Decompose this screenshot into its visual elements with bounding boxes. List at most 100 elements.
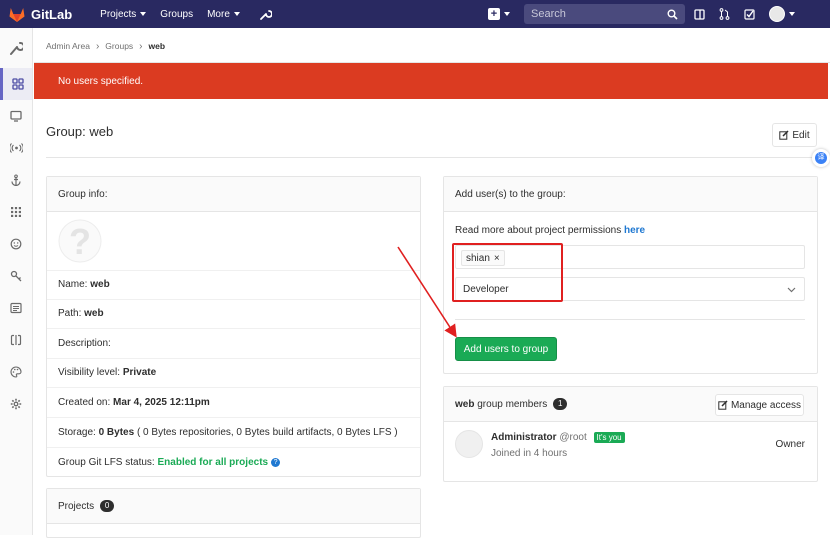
panel-icon: [694, 8, 705, 20]
info-storage: Storage: 0 Bytes ( 0 Bytes repositories,…: [58, 427, 398, 438]
divider: [47, 447, 420, 448]
question-icon[interactable]: ?: [271, 457, 281, 467]
annotation-highlight-box: [452, 243, 563, 302]
search-input[interactable]: Search: [524, 4, 685, 24]
search-placeholder: Search: [531, 8, 566, 20]
sidebar-item-deploy-keys[interactable]: [0, 260, 32, 292]
search-icon: [667, 9, 678, 20]
created-value: Mar 4, 2025 12:11pm: [113, 397, 210, 408]
member-name[interactable]: Administrator: [491, 432, 557, 443]
chevron-right-icon: ›: [95, 40, 100, 52]
flash-alert: No users specified.: [34, 63, 828, 99]
panel-heading: Group info:: [47, 177, 420, 212]
svg-text:?: ?: [69, 221, 91, 262]
brand[interactable]: GitLab: [9, 7, 72, 22]
cluster-icon: [10, 334, 22, 346]
todos-nav-button[interactable]: [744, 8, 755, 20]
nav-more-label: More: [207, 8, 230, 20]
member-avatar[interactable]: [455, 430, 483, 458]
nav-projects[interactable]: Projects: [100, 8, 147, 20]
breadcrumb-groups[interactable]: Groups: [105, 41, 133, 51]
divider: [46, 157, 818, 158]
chevron-down-icon: [789, 12, 795, 16]
sidebar-item-kubernetes[interactable]: [0, 324, 32, 356]
sidebar-item-messages[interactable]: [0, 132, 32, 164]
new-dropdown-button[interactable]: +: [488, 6, 516, 22]
edit-label: Edit: [792, 129, 810, 141]
its-you-badge: It's you: [593, 432, 625, 443]
wrench-icon: [259, 10, 272, 20]
divider: [47, 358, 420, 359]
smiley-icon: [10, 238, 22, 250]
group-avatar-placeholder-icon: ?: [58, 219, 102, 263]
nav-more[interactable]: More: [207, 8, 240, 20]
panel-heading: Projects 0: [47, 489, 420, 524]
nav-groups[interactable]: Groups: [160, 8, 193, 20]
divider: [47, 417, 420, 418]
member-handle: @root: [559, 432, 587, 444]
divider: [47, 328, 420, 329]
user-avatar: [769, 6, 785, 22]
nav-groups-label: Groups: [160, 8, 194, 20]
name-value: web: [90, 279, 110, 290]
wrench-icon: [10, 42, 23, 55]
sidebar-item-abuse-reports[interactable]: [0, 228, 32, 260]
merge-requests-nav-button[interactable]: [719, 8, 730, 20]
created-label: Created on:: [58, 397, 111, 408]
add-users-heading: Add user(s) to the group:: [455, 188, 566, 200]
sidebar-item-appearance[interactable]: [0, 356, 32, 388]
sidebar-item-labels[interactable]: [0, 292, 32, 324]
nav-projects-label: Projects: [100, 8, 137, 20]
top-navbar: GitLab Projects Groups More + Search: [0, 0, 830, 28]
info-description: Description:: [58, 338, 111, 349]
sidebar-item-monitoring[interactable]: [0, 100, 32, 132]
apps-grid-icon: [11, 207, 21, 217]
sidebar-item-system-hooks[interactable]: [0, 164, 32, 196]
page-title: Group: web: [46, 124, 114, 139]
translate-widget[interactable]: 译: [812, 149, 830, 167]
divider: [47, 270, 420, 271]
sidebar-item-overview[interactable]: [0, 68, 32, 100]
member-name-row: Administrator @root It's you: [491, 432, 625, 443]
sidebar-admin-home[interactable]: [0, 28, 32, 68]
description-label: Description:: [58, 338, 111, 349]
edit-button[interactable]: Edit: [772, 123, 817, 147]
gear-icon: [10, 398, 22, 410]
chevron-down-icon: [233, 12, 240, 16]
permissions-help-link[interactable]: here: [624, 225, 645, 236]
add-users-to-group-button[interactable]: Add users to group: [455, 337, 557, 361]
group-info-panel: Group info: ? Name: web Path: web Descri…: [46, 176, 421, 477]
divider: [455, 319, 805, 320]
flash-message: No users specified.: [58, 75, 144, 87]
brand-name: GitLab: [31, 6, 73, 22]
path-label: Path:: [58, 308, 82, 319]
plus-icon: +: [488, 8, 500, 20]
path-value: web: [84, 308, 104, 319]
projects-count-badge: 0: [100, 500, 115, 512]
user-menu[interactable]: [769, 6, 795, 22]
manage-access-label: Manage access: [730, 399, 802, 411]
divider: [47, 299, 420, 300]
admin-area-link[interactable]: [259, 8, 272, 20]
storage-label: Storage:: [58, 427, 96, 438]
breadcrumb-admin-area[interactable]: Admin Area: [46, 41, 90, 51]
edit-icon: [718, 400, 728, 410]
storage-detail: ( 0 Bytes repositories, 0 Bytes build ar…: [136, 427, 398, 438]
sidebar-item-settings[interactable]: [0, 388, 32, 420]
sidebar-item-applications[interactable]: [0, 196, 32, 228]
manage-access-button[interactable]: Manage access: [715, 394, 804, 416]
issues-nav-button[interactable]: [694, 8, 705, 20]
chevron-down-icon: [504, 12, 510, 16]
permissions-label: Read more about project permissions: [455, 225, 622, 236]
admin-sidebar: [0, 28, 33, 535]
panel-heading: Add user(s) to the group:: [444, 177, 817, 212]
list-card-icon: [10, 302, 22, 314]
permissions-text: Read more about project permissions here: [455, 225, 645, 236]
monitor-icon: [10, 110, 22, 122]
gitlab-logo-icon: [9, 7, 25, 22]
key-icon: [10, 270, 22, 282]
info-name: Name: web: [58, 279, 110, 290]
breadcrumb-current[interactable]: web: [149, 41, 166, 51]
divider: [47, 387, 420, 388]
chevron-down-icon: [787, 287, 796, 293]
